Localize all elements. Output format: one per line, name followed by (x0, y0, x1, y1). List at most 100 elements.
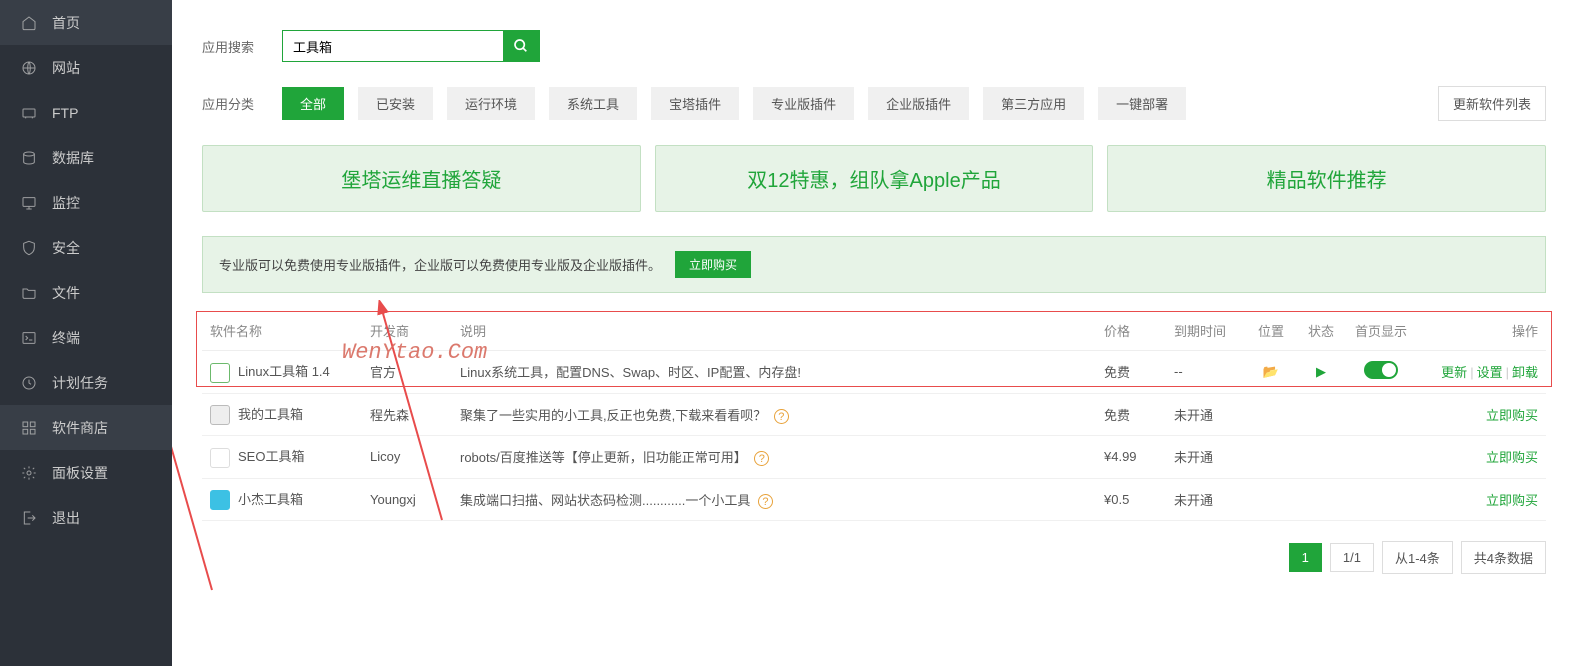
globe-icon (20, 59, 38, 77)
help-icon[interactable]: ? (758, 494, 773, 509)
app-desc: Linux系统工具，配置DNS、Swap、时区、IP配置、内存盘! (452, 351, 1096, 394)
software-table: 软件名称 开发商 说明 价格 到期时间 位置 状态 首页显示 操作 Linux工… (202, 311, 1546, 521)
category-3[interactable]: 系统工具 (549, 87, 637, 120)
sidebar-item-folder[interactable]: 文件 (0, 270, 172, 315)
th-price: 价格 (1096, 311, 1166, 351)
exit-icon (20, 509, 38, 527)
category-5[interactable]: 专业版插件 (753, 87, 854, 120)
notice-text: 专业版可以免费使用专业版插件，企业版可以免费使用专业版及企业版插件。 (219, 255, 661, 274)
search-box (282, 30, 540, 62)
app-desc: robots/百度推送等【停止更新，旧功能正常可用】 ? (452, 436, 1096, 479)
app-icon (210, 448, 230, 468)
sidebar-item-ftp[interactable]: FTP (0, 90, 172, 135)
app-icon (210, 363, 230, 383)
category-2[interactable]: 运行环境 (447, 87, 535, 120)
action-立即购买[interactable]: 立即购买 (1486, 450, 1538, 465)
sidebar-item-label: 计划任务 (52, 373, 108, 393)
table-row: Linux工具箱 1.4官方Linux系统工具，配置DNS、Swap、时区、IP… (202, 351, 1546, 394)
action-立即购买[interactable]: 立即购买 (1486, 408, 1538, 423)
table-row: 我的工具箱程先森聚集了一些实用的小工具,反正也免费,下载来看看呗？ ?免费未开通… (202, 393, 1546, 436)
sidebar-item-label: 安全 (52, 238, 80, 258)
app-dev: 程先森 (362, 393, 452, 436)
update-list-button[interactable]: 更新软件列表 (1438, 86, 1546, 121)
sidebar-item-monitor[interactable]: 监控 (0, 180, 172, 225)
page-total-pages: 1/1 (1330, 543, 1374, 572)
sidebar-item-label: 网站 (52, 58, 80, 78)
pagination: 1 1/1 从1-4条 共4条数据 (202, 541, 1546, 574)
shield-icon (20, 239, 38, 257)
th-name: 软件名称 (202, 311, 362, 351)
th-dev: 开发商 (362, 311, 452, 351)
app-price: ¥4.99 (1096, 436, 1166, 479)
banner-1[interactable]: 双12特惠，组队拿Apple产品 (655, 145, 1094, 212)
sidebar-item-gear[interactable]: 面板设置 (0, 450, 172, 495)
sidebar-item-label: FTP (52, 105, 78, 121)
action-更新[interactable]: 更新 (1441, 365, 1467, 380)
th-desc: 说明 (452, 311, 1096, 351)
banner-0[interactable]: 堡塔运维直播答疑 (202, 145, 641, 212)
search-input[interactable] (283, 31, 503, 61)
sidebar-item-label: 监控 (52, 193, 80, 213)
category-6[interactable]: 企业版插件 (868, 87, 969, 120)
help-icon[interactable]: ? (774, 409, 789, 424)
categories: 全部已安装运行环境系统工具宝塔插件专业版插件企业版插件第三方应用一键部署 (282, 87, 1438, 120)
app-expire: -- (1166, 351, 1246, 394)
sidebar-item-globe[interactable]: 网站 (0, 45, 172, 90)
clock-icon (20, 374, 38, 392)
th-expire: 到期时间 (1166, 311, 1246, 351)
table-row: 小杰工具箱Youngxj集成端口扫描、网站状态码检测............一个… (202, 478, 1546, 521)
terminal-icon (20, 329, 38, 347)
app-price: ¥0.5 (1096, 478, 1166, 521)
home-icon (20, 14, 38, 32)
th-position: 位置 (1246, 311, 1296, 351)
category-7[interactable]: 第三方应用 (983, 87, 1084, 120)
sidebar-item-label: 退出 (52, 508, 80, 528)
app-name: 小杰工具箱 (238, 492, 303, 507)
app-price: 免费 (1096, 393, 1166, 436)
action-设置[interactable]: 设置 (1477, 365, 1503, 380)
database-icon (20, 149, 38, 167)
grid-icon (20, 419, 38, 437)
sidebar-item-clock[interactable]: 计划任务 (0, 360, 172, 405)
app-icon (210, 405, 230, 425)
app-expire: 未开通 (1166, 478, 1246, 521)
sidebar-item-label: 面板设置 (52, 463, 108, 483)
category-1[interactable]: 已安装 (358, 87, 433, 120)
sidebar-item-label: 软件商店 (52, 418, 108, 438)
sidebar-item-label: 文件 (52, 283, 80, 303)
home-display-toggle[interactable] (1364, 361, 1398, 379)
page-current[interactable]: 1 (1289, 543, 1322, 572)
sidebar-item-label: 首页 (52, 13, 80, 33)
folder-icon[interactable]: 📂 (1263, 364, 1279, 379)
sidebar-item-terminal[interactable]: 终端 (0, 315, 172, 360)
buy-now-button[interactable]: 立即购买 (675, 251, 751, 278)
action-立即购买[interactable]: 立即购买 (1486, 493, 1538, 508)
category-4[interactable]: 宝塔插件 (651, 87, 739, 120)
sidebar-item-database[interactable]: 数据库 (0, 135, 172, 180)
action-卸载[interactable]: 卸载 (1512, 365, 1538, 380)
help-icon[interactable]: ? (754, 451, 769, 466)
sidebar-item-home[interactable]: 首页 (0, 0, 172, 45)
category-0[interactable]: 全部 (282, 87, 344, 120)
page-range: 从1-4条 (1382, 541, 1453, 574)
sidebar-item-label: 终端 (52, 328, 80, 348)
main-content: 应用搜索 应用分类 全部已安装运行环境系统工具宝塔插件专业版插件企业版插件第三方… (172, 0, 1576, 666)
app-desc: 集成端口扫描、网站状态码检测............一个小工具 ? (452, 478, 1096, 521)
banners: 堡塔运维直播答疑双12特惠，组队拿Apple产品精品软件推荐 (202, 145, 1546, 212)
banner-2[interactable]: 精品软件推荐 (1107, 145, 1546, 212)
app-price: 免费 (1096, 351, 1166, 394)
search-button[interactable] (503, 31, 539, 61)
app-name: 我的工具箱 (238, 407, 303, 422)
play-icon[interactable]: ▶ (1316, 364, 1326, 379)
category-8[interactable]: 一键部署 (1098, 87, 1186, 120)
app-name: Linux工具箱 1.4 (238, 364, 330, 379)
app-expire: 未开通 (1166, 436, 1246, 479)
sidebar: 首页网站 FTP 数据库监控安全文件终端计划任务软件商店面板设置退出 (0, 0, 172, 666)
search-icon (513, 38, 529, 54)
sidebar-item-exit[interactable]: 退出 (0, 495, 172, 540)
gear-icon (20, 464, 38, 482)
sidebar-item-grid[interactable]: 软件商店 (0, 405, 172, 450)
sidebar-item-shield[interactable]: 安全 (0, 225, 172, 270)
sidebar-item-label: 数据库 (52, 148, 94, 168)
categories-label: 应用分类 (202, 94, 282, 113)
